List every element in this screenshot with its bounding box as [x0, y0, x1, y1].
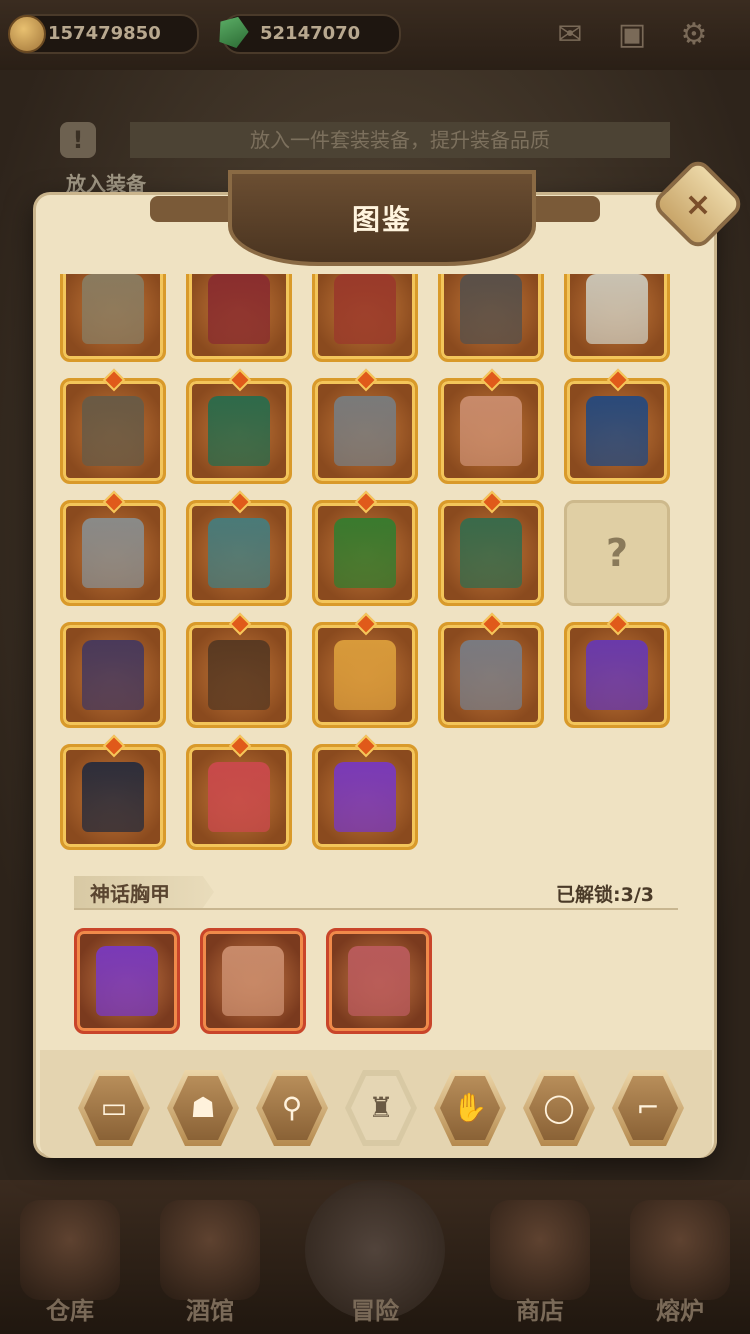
nav-label: 酒馆 — [186, 1297, 234, 1325]
item-slot[interactable] — [438, 490, 544, 606]
armor-icon — [208, 518, 270, 588]
armor-icon — [348, 946, 410, 1016]
nav-label: 熔炉 — [656, 1297, 704, 1325]
item-slot[interactable] — [564, 368, 670, 484]
item-slot[interactable] — [60, 734, 166, 850]
coin-counter: 157479850 — [8, 14, 199, 54]
armor-icon — [334, 640, 396, 710]
bottom-nav: 仓库 酒馆 冒险 商店 熔炉 — [0, 1180, 750, 1334]
gem-counter: 52147070 — [222, 14, 401, 54]
armor-icon — [208, 396, 270, 466]
armor-icon: ♜ — [351, 1076, 411, 1140]
nav-label: 仓库 — [46, 1297, 94, 1325]
warehouse-icon — [20, 1200, 120, 1300]
mythic-item-slot[interactable] — [200, 928, 306, 1034]
modal-header: 图鉴 — [228, 170, 536, 266]
nav-forge[interactable]: 熔炉 — [610, 1190, 750, 1334]
item-slot[interactable] — [312, 368, 418, 484]
armor-icon — [222, 946, 284, 1016]
question-icon: ? — [605, 531, 629, 575]
unlock-count: 已解锁:3/3 — [556, 884, 654, 906]
close-icon[interactable]: × — [664, 170, 732, 238]
armor-icon — [208, 640, 270, 710]
item-slot[interactable] — [60, 622, 166, 728]
armor-icon — [82, 396, 144, 466]
armor-icon — [334, 396, 396, 466]
item-slot[interactable] — [186, 734, 292, 850]
item-slot[interactable] — [312, 612, 418, 728]
armor-icon — [586, 274, 648, 344]
mythic-item-slot[interactable] — [74, 928, 180, 1034]
hint-text: 放入一件套装装备，提升装备品质 — [130, 122, 670, 158]
section-divider — [74, 908, 678, 910]
top-bar: 157479850 52147070 ✉ ▣ ⚙ — [0, 0, 750, 70]
item-slot[interactable] — [186, 274, 292, 362]
item-slot[interactable] — [60, 274, 166, 362]
hint-bar: ! 放入一件套装装备，提升装备品质 — [60, 118, 690, 164]
nav-label: 商店 — [516, 1297, 564, 1325]
item-slot[interactable] — [438, 612, 544, 728]
nav-shop[interactable]: 商店 — [470, 1190, 610, 1334]
armor-icon — [334, 274, 396, 344]
armor-icon — [586, 396, 648, 466]
item-slot[interactable] — [312, 490, 418, 606]
item-slot[interactable] — [186, 612, 292, 728]
nav-tavern[interactable]: 酒馆 — [140, 1190, 280, 1334]
shop-icon — [490, 1200, 590, 1300]
armor-icon — [82, 640, 144, 710]
book-icon: ▭ — [84, 1076, 144, 1140]
tavern-icon — [160, 1200, 260, 1300]
coin-amount: 157479850 — [48, 23, 161, 44]
nav-label: 冒险 — [351, 1297, 399, 1325]
armor-icon — [208, 274, 270, 344]
item-slot[interactable] — [312, 274, 418, 362]
item-slot[interactable] — [186, 368, 292, 484]
armor-icon — [460, 518, 522, 588]
nav-adventure[interactable]: 冒险 — [305, 1180, 445, 1334]
item-slot[interactable] — [60, 490, 166, 606]
locked-item-slot[interactable]: ? — [564, 500, 670, 606]
mail-icon[interactable]: ✉ — [552, 18, 588, 52]
gloves-icon: ✋ — [440, 1076, 500, 1140]
item-slot[interactable] — [60, 368, 166, 484]
modal-title: 图鉴 — [351, 203, 412, 236]
box-icon[interactable]: ▣ — [614, 18, 650, 52]
ring-icon: ◯ — [529, 1076, 589, 1140]
coin-icon — [8, 15, 46, 53]
item-slot[interactable] — [186, 490, 292, 606]
armor-icon — [96, 946, 158, 1016]
armor-icon — [460, 274, 522, 344]
armor-icon — [208, 762, 270, 832]
gem-icon — [214, 12, 252, 50]
armor-icon — [82, 274, 144, 344]
forge-icon — [630, 1200, 730, 1300]
warning-icon: ! — [60, 122, 96, 158]
equip-slot-label: 放入装备 — [66, 172, 146, 196]
settings-icon[interactable]: ⚙ — [676, 18, 712, 52]
boots-icon: ⌐ — [618, 1076, 678, 1140]
gem-amount: 52147070 — [260, 23, 361, 44]
nav-warehouse[interactable]: 仓库 — [0, 1190, 140, 1334]
armor-icon — [586, 640, 648, 710]
armor-icon — [460, 396, 522, 466]
armor-icon — [82, 518, 144, 588]
helmet-icon: ☗ — [173, 1076, 233, 1140]
item-slot[interactable] — [564, 274, 670, 362]
section-title: 神话胸甲 — [90, 882, 170, 906]
armor-icon — [82, 762, 144, 832]
amulet-icon: ⚲ — [262, 1076, 322, 1140]
armor-icon — [334, 762, 396, 832]
item-slot[interactable] — [438, 274, 544, 362]
item-grid-viewport[interactable]: ? — [60, 274, 690, 864]
item-slot[interactable] — [564, 612, 670, 728]
item-slot[interactable] — [438, 368, 544, 484]
armor-icon — [334, 518, 396, 588]
armor-icon — [460, 640, 522, 710]
mythic-item-slot[interactable] — [326, 928, 432, 1034]
item-slot[interactable] — [312, 734, 418, 850]
